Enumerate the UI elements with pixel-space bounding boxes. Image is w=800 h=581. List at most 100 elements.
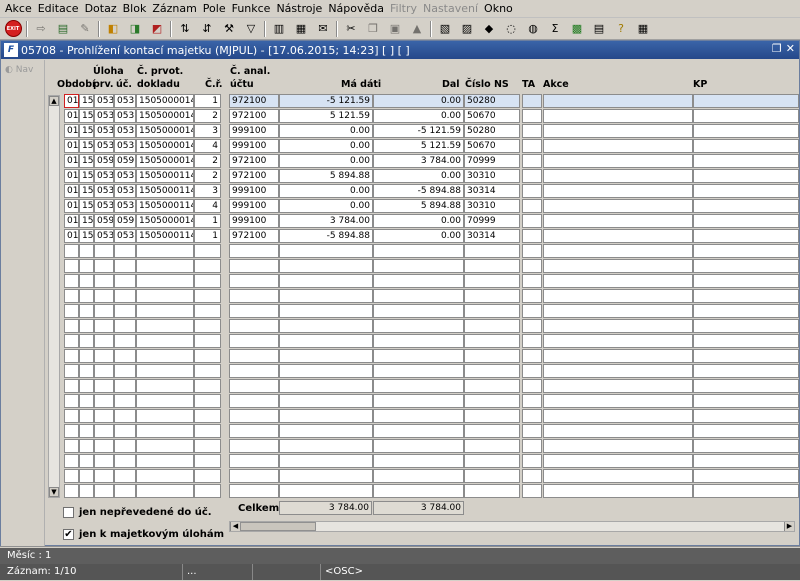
cell-kp[interactable] (693, 244, 799, 258)
cell-obdobi[interactable]: 01 (64, 94, 79, 108)
cell-ucet[interactable] (229, 469, 279, 483)
cell-ma_dati[interactable]: 0.00 (279, 124, 373, 138)
enter-query-icon[interactable]: ◧ (104, 20, 122, 38)
cell-akce[interactable] (543, 439, 693, 453)
cell-cr[interactable] (194, 409, 221, 423)
cell-uloha[interactable] (79, 304, 94, 318)
cell-obdobi[interactable] (64, 409, 79, 423)
cell-prv[interactable]: 059 (94, 154, 114, 168)
checkbox-asset-tasks[interactable]: ✔ jen k majetkovým úlohám (63, 529, 224, 540)
cell-ns[interactable] (464, 319, 520, 333)
cell-ma_dati[interactable] (279, 484, 373, 498)
cell-doklad[interactable] (136, 244, 194, 258)
cell-obdobi[interactable] (64, 319, 79, 333)
cell-dal[interactable] (373, 304, 464, 318)
cell-akce[interactable] (543, 139, 693, 153)
cell-uc[interactable]: 053 (114, 109, 136, 123)
cell-doklad[interactable]: 1505000014 (136, 94, 194, 108)
checkbox-unposted[interactable]: jen nepřevedené do úč. (63, 507, 212, 518)
cell-prv[interactable] (94, 484, 114, 498)
print-icon[interactable]: ▤ (54, 20, 72, 38)
cell-kp[interactable] (693, 364, 799, 378)
cell-prv[interactable] (94, 349, 114, 363)
cell-doklad[interactable]: 1505000114 (136, 169, 194, 183)
cell-kp[interactable] (693, 454, 799, 468)
cell-cr[interactable] (194, 244, 221, 258)
cell-prv[interactable] (94, 274, 114, 288)
cell-doklad[interactable] (136, 424, 194, 438)
cell-cr[interactable]: 3 (194, 124, 221, 138)
cell-ns[interactable] (464, 469, 520, 483)
cell-akce[interactable] (543, 409, 693, 423)
cell-ma_dati[interactable] (279, 454, 373, 468)
cell-prv[interactable]: 053 (94, 229, 114, 243)
cell-cr[interactable]: 1 (194, 94, 221, 108)
cell-akce[interactable] (543, 394, 693, 408)
cell-cr[interactable] (194, 274, 221, 288)
vertical-scrollbar[interactable]: ▲ ▼ (48, 95, 60, 498)
execute-query-icon[interactable]: ◨ (126, 20, 144, 38)
cell-ns[interactable]: 70999 (464, 214, 520, 228)
cell-ta[interactable] (522, 304, 542, 318)
cell-ma_dati[interactable] (279, 244, 373, 258)
cell-kp[interactable] (693, 109, 799, 123)
scroll-down-icon[interactable]: ▼ (49, 487, 59, 497)
cell-doklad[interactable] (136, 289, 194, 303)
cell-ta[interactable] (522, 289, 542, 303)
cell-ns[interactable] (464, 334, 520, 348)
cell-cr[interactable] (194, 484, 221, 498)
cell-ucet[interactable] (229, 394, 279, 408)
save-icon[interactable]: ⇨ (32, 20, 50, 38)
cell-kp[interactable] (693, 319, 799, 333)
cell-ta[interactable] (522, 124, 542, 138)
cell-prv[interactable] (94, 289, 114, 303)
cell-kp[interactable] (693, 304, 799, 318)
cell-cr[interactable]: 1 (194, 229, 221, 243)
cell-ucet[interactable] (229, 304, 279, 318)
cell-prv[interactable]: 053 (94, 199, 114, 213)
cell-ucet[interactable] (229, 454, 279, 468)
cell-prv[interactable]: 053 (94, 139, 114, 153)
cell-ta[interactable] (522, 439, 542, 453)
cell-ta[interactable] (522, 409, 542, 423)
cell-prv[interactable]: 053 (94, 124, 114, 138)
cell-ma_dati[interactable]: 3 784.00 (279, 214, 373, 228)
cell-ns[interactable] (464, 379, 520, 393)
cell-ucet[interactable] (229, 439, 279, 453)
cell-doklad[interactable] (136, 379, 194, 393)
cell-doklad[interactable] (136, 469, 194, 483)
cell-ucet[interactable]: 972100 (229, 229, 279, 243)
checkbox-box[interactable] (63, 507, 74, 518)
cell-ns[interactable]: 50670 (464, 109, 520, 123)
cell-ma_dati[interactable]: 5 894.88 (279, 169, 373, 183)
cell-akce[interactable] (543, 154, 693, 168)
cell-doklad[interactable] (136, 409, 194, 423)
cell-prv[interactable]: 053 (94, 169, 114, 183)
cell-prv[interactable]: 053 (94, 184, 114, 198)
cell-kp[interactable] (693, 484, 799, 498)
cell-uloha[interactable] (79, 439, 94, 453)
cell-doklad[interactable] (136, 274, 194, 288)
cell-uc[interactable] (114, 319, 136, 333)
question-icon[interactable]: ? (612, 20, 630, 38)
cell-ucet[interactable]: 972100 (229, 94, 279, 108)
cell-ns[interactable] (464, 454, 520, 468)
cell-obdobi[interactable]: 01 (64, 214, 79, 228)
cell-ta[interactable] (522, 169, 542, 183)
cell-kp[interactable] (693, 409, 799, 423)
cell-uloha[interactable] (79, 394, 94, 408)
cell-prv[interactable] (94, 259, 114, 273)
cell-ma_dati[interactable]: -5 121.59 (279, 94, 373, 108)
cell-ns[interactable] (464, 394, 520, 408)
dictionary-icon[interactable]: ▨ (458, 20, 476, 38)
cell-dal[interactable] (373, 289, 464, 303)
cell-uc[interactable] (114, 259, 136, 273)
cell-ta[interactable] (522, 109, 542, 123)
cell-ucet[interactable]: 999100 (229, 184, 279, 198)
cell-akce[interactable] (543, 304, 693, 318)
cell-obdobi[interactable] (64, 439, 79, 453)
cell-uc[interactable] (114, 334, 136, 348)
menu-6[interactable]: Funkce (230, 0, 275, 18)
cell-ta[interactable] (522, 154, 542, 168)
cell-prv[interactable] (94, 379, 114, 393)
